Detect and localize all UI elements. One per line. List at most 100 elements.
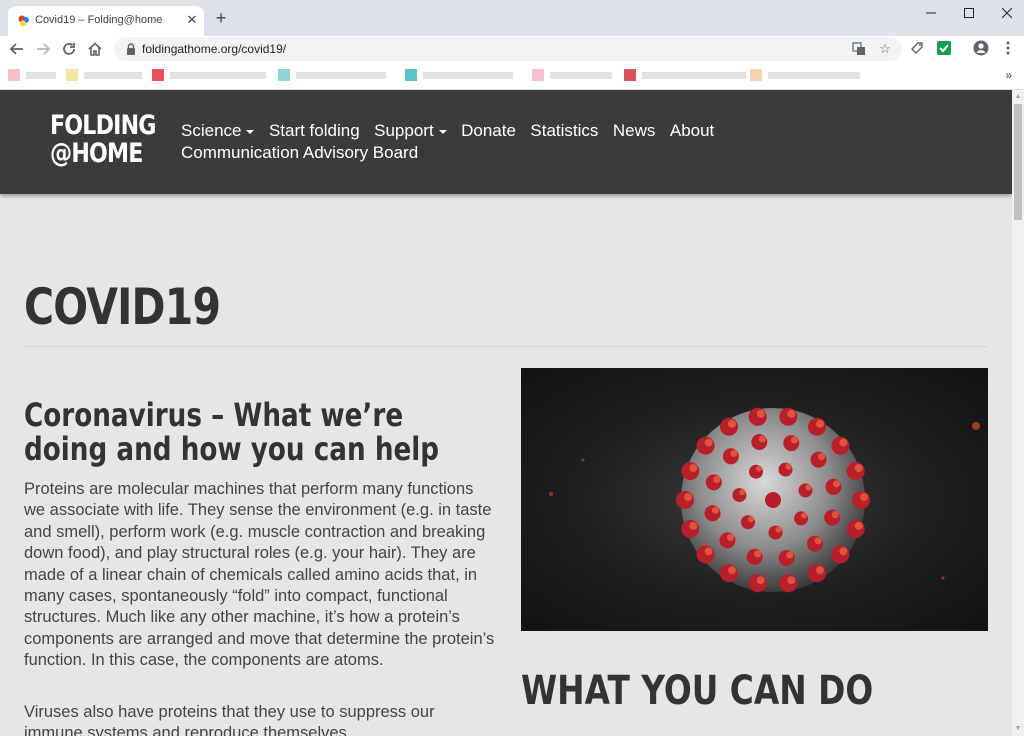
virus-spike [720,564,738,583]
bookmark-star-icon[interactable]: ☆ [876,40,894,58]
virus-spike [783,435,800,452]
browser-tab-strip: Covid19 – Folding@home ✕ + [0,0,1024,36]
virus-spike [719,532,736,549]
caret-down-icon [246,129,255,134]
virus-spike [810,451,827,468]
virus-spike-highlight [801,512,808,519]
nav-start-folding[interactable]: Start folding [269,120,360,142]
minimize-icon[interactable] [912,0,950,26]
nav-statistics[interactable]: Statistics [530,120,598,142]
nav-support-label: Support [374,121,434,140]
page-title: COVID19 [24,278,221,336]
browser-toolbar: foldingathome.org/covid19/ ☆ [0,36,1024,62]
translate-icon[interactable] [850,40,868,58]
caret-down-icon [438,129,447,134]
virus-spike [696,436,715,455]
virus-spike [846,519,865,538]
virus-spike [779,574,798,593]
virus-spike-highlight [816,566,824,575]
what-you-can-do-heading: WHAT YOU CAN DO [521,668,874,714]
virus-spike-highlight [790,436,798,444]
virus-spike [779,407,798,426]
new-tab-icon[interactable]: + [212,9,230,27]
virus-spike [720,417,738,436]
folding-at-home-logo[interactable]: FOLDING @HOME [50,110,156,168]
maximize-icon[interactable] [950,0,988,26]
main-nav: Science Start folding Support Donate Sta… [181,120,741,164]
scroll-up-icon[interactable]: ▲ [1012,92,1024,102]
address-bar[interactable]: foldingathome.org/covid19/ ☆ [114,37,902,61]
virus-spike [751,434,768,450]
nav-communication-advisory-board[interactable]: Communication Advisory Board [181,142,418,164]
virus-spike-highlight [786,551,794,559]
virus-spike [831,436,850,455]
nav-news[interactable]: News [613,120,656,142]
more-bookmarks-icon[interactable]: » [1005,68,1012,82]
virus-spike [681,462,700,481]
section-subheading: Coronavirus – What we’re doing and how y… [24,396,440,468]
virus-spike-highlight [814,537,822,545]
tag-extension-icon[interactable] [908,39,926,57]
back-arrow-icon[interactable] [6,38,28,60]
nav-support[interactable]: Support [374,120,447,142]
virus-spike [831,545,850,564]
scroll-down-icon[interactable]: ▼ [1012,724,1024,734]
nav-about[interactable]: About [670,120,714,142]
logo-line-1: FOLDING [50,110,156,141]
home-icon[interactable] [84,38,106,60]
virus-spike [825,478,842,495]
virus-spike-highlight [758,435,766,443]
page-scrollbar[interactable]: ▲ ▼ [1012,90,1024,736]
page-viewport: FOLDING @HOME Science Start folding Supp… [0,90,1012,736]
intro-paragraph: Proteins are molecular machines that per… [24,480,495,670]
forward-arrow-icon[interactable] [32,38,54,60]
virus-spike-highlight [728,419,736,428]
nav-donate[interactable]: Donate [461,120,516,142]
virus-spike-highlight [755,465,763,472]
menu-kebab-icon[interactable] [999,39,1017,57]
virus-spike [824,509,841,526]
coronavirus-illustration [521,368,988,631]
virus-spike [808,417,826,436]
reload-icon[interactable] [58,38,80,60]
virus-spike-highlight [854,464,863,473]
virus-spike-highlight [689,521,698,530]
virus-spike-highlight [689,464,698,473]
virus-spike-highlight [739,489,746,496]
virus-spike-highlight [839,547,848,556]
virus-spike-highlight [711,506,720,514]
nav-science[interactable]: Science [181,120,255,142]
virus-spike [696,545,715,564]
virus-spike-highlight [713,475,721,483]
particle-dot [941,576,945,580]
virus-spike [746,548,763,565]
scroll-thumb[interactable] [1014,104,1022,220]
virus-spike-highlight [860,493,868,501]
lock-icon [127,43,135,55]
virus-spike-highlight [787,409,796,418]
particle-dot [549,492,553,496]
virus-spike [705,474,722,491]
virus-spike-highlight [817,453,826,461]
virus-spike-highlight [756,409,765,418]
virus-spike [748,407,767,426]
browser-tab[interactable]: Covid19 – Folding@home ✕ [8,6,204,36]
virus-spike-highlight [775,526,782,533]
coronavirus-graphic [549,407,980,593]
virus-spike-highlight [805,484,812,491]
virus-spike-highlight [704,438,713,447]
title-divider [24,346,988,347]
virus-spike [778,550,795,566]
nav-science-label: Science [181,121,242,140]
folding-favicon-icon [18,15,29,27]
site-header: FOLDING @HOME Science Start folding Supp… [0,90,1012,194]
checkbox-extension-icon[interactable] [935,39,953,57]
virus-spike-highlight [816,419,824,428]
particle-dot [972,422,980,430]
virus-spike-highlight [831,511,839,519]
virus-spike [808,564,826,583]
close-window-icon[interactable] [988,0,1024,26]
virus-spike-highlight [854,521,863,530]
profile-avatar-icon[interactable] [972,39,990,57]
close-tab-icon[interactable]: ✕ [184,12,200,28]
